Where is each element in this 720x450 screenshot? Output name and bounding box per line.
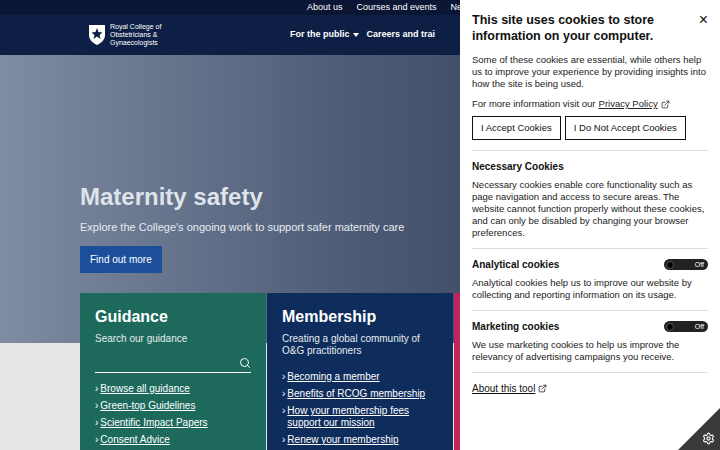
cookie-section: Necessary Cookies Necessary cookies enabl…: [472, 151, 708, 249]
nav-item[interactable]: For the public: [290, 28, 359, 42]
search-icon[interactable]: [239, 357, 251, 369]
cookie-toggle[interactable]: Off: [664, 321, 708, 332]
search-input[interactable]: [95, 355, 239, 370]
privacy-line: For more information visit ourPrivacy Po…: [472, 98, 708, 110]
card-link[interactable]: ›Renew your membership: [282, 434, 438, 446]
card-title: Membership: [282, 307, 438, 327]
cookie-section: Marketing cookies Off We use marketing coo…: [472, 311, 708, 373]
card-title: Guidance: [95, 307, 251, 327]
caret-icon: [353, 33, 359, 37]
privacy-link[interactable]: Privacy Policy: [599, 98, 658, 110]
section-text: We use marketing cookies to help us impr…: [472, 339, 708, 363]
hero-button[interactable]: Find out more: [80, 246, 162, 273]
section-title: Necessary Cookies: [472, 160, 564, 173]
card-link[interactable]: ›Scientific Impact Papers: [95, 417, 251, 429]
top-link[interactable]: About us: [307, 1, 343, 15]
page: About usCourses and eventsNewsRoyal Coll…: [0, 0, 720, 450]
about-link[interactable]: About this tool: [472, 381, 708, 396]
guidance-search[interactable]: [95, 353, 251, 373]
cookie-intro: Some of these cookies are essential, whi…: [472, 54, 708, 90]
section-text: Necessary cookies enable core functional…: [472, 179, 708, 239]
cookie-button[interactable]: I Accept Cookies: [472, 116, 561, 140]
card: Guidance Search our guidance ›Browse all g…: [80, 293, 266, 450]
card: Membership Creating a global community of…: [267, 293, 453, 450]
section-text: Analytical cookies help us to improve ou…: [472, 277, 708, 301]
card-link[interactable]: ›Green-top Guidelines: [95, 400, 251, 412]
card-link[interactable]: ›Benefits of RCOG membership: [282, 388, 438, 400]
external-link-icon: [538, 384, 547, 393]
card-link[interactable]: ›Browse all guidance: [95, 383, 251, 395]
card-subtitle: Search our guidance: [95, 333, 251, 345]
gear-icon: [702, 432, 715, 445]
section-title: Analytical cookies: [472, 258, 559, 271]
card-link[interactable]: ›How your membership fees support our mi…: [282, 405, 438, 429]
card-link[interactable]: ›Becoming a member: [282, 371, 438, 383]
cookie-button[interactable]: I Do Not Accept Cookies: [565, 116, 686, 140]
main-nav: For the public Careers and trai: [290, 28, 435, 42]
card-link[interactable]: ›Consent Advice: [95, 434, 251, 446]
cookie-panel: This site uses cookies to store informat…: [460, 0, 720, 450]
cookie-toggle[interactable]: Off: [664, 259, 708, 270]
top-link[interactable]: Courses and events: [357, 1, 437, 15]
section-title: Marketing cookies: [472, 320, 559, 333]
college-crest-icon: [88, 24, 106, 46]
close-button[interactable]: ×: [699, 12, 708, 28]
external-link-icon: [661, 100, 670, 109]
card-subtitle: Creating a global community of O&G pract…: [282, 333, 438, 357]
logo[interactable]: Royal College ofObstetricians &Gynaecolo…: [88, 23, 278, 47]
nav-item[interactable]: Careers and trai: [367, 28, 436, 42]
cookie-section: Analytical cookies Off Analytical cookies …: [472, 249, 708, 311]
cookie-title: This site uses cookies to store informat…: [472, 12, 691, 44]
